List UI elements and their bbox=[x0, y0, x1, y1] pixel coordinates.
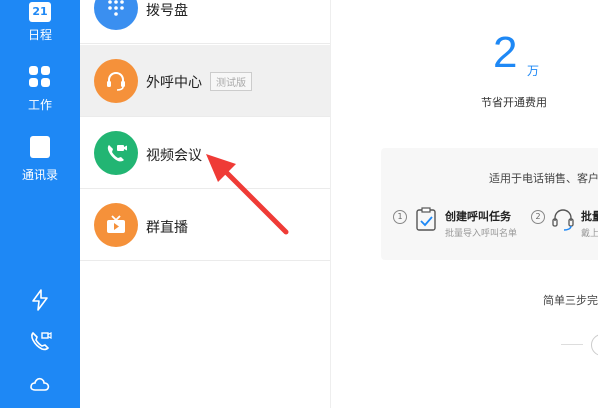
annotation-arrow bbox=[206, 154, 289, 235]
